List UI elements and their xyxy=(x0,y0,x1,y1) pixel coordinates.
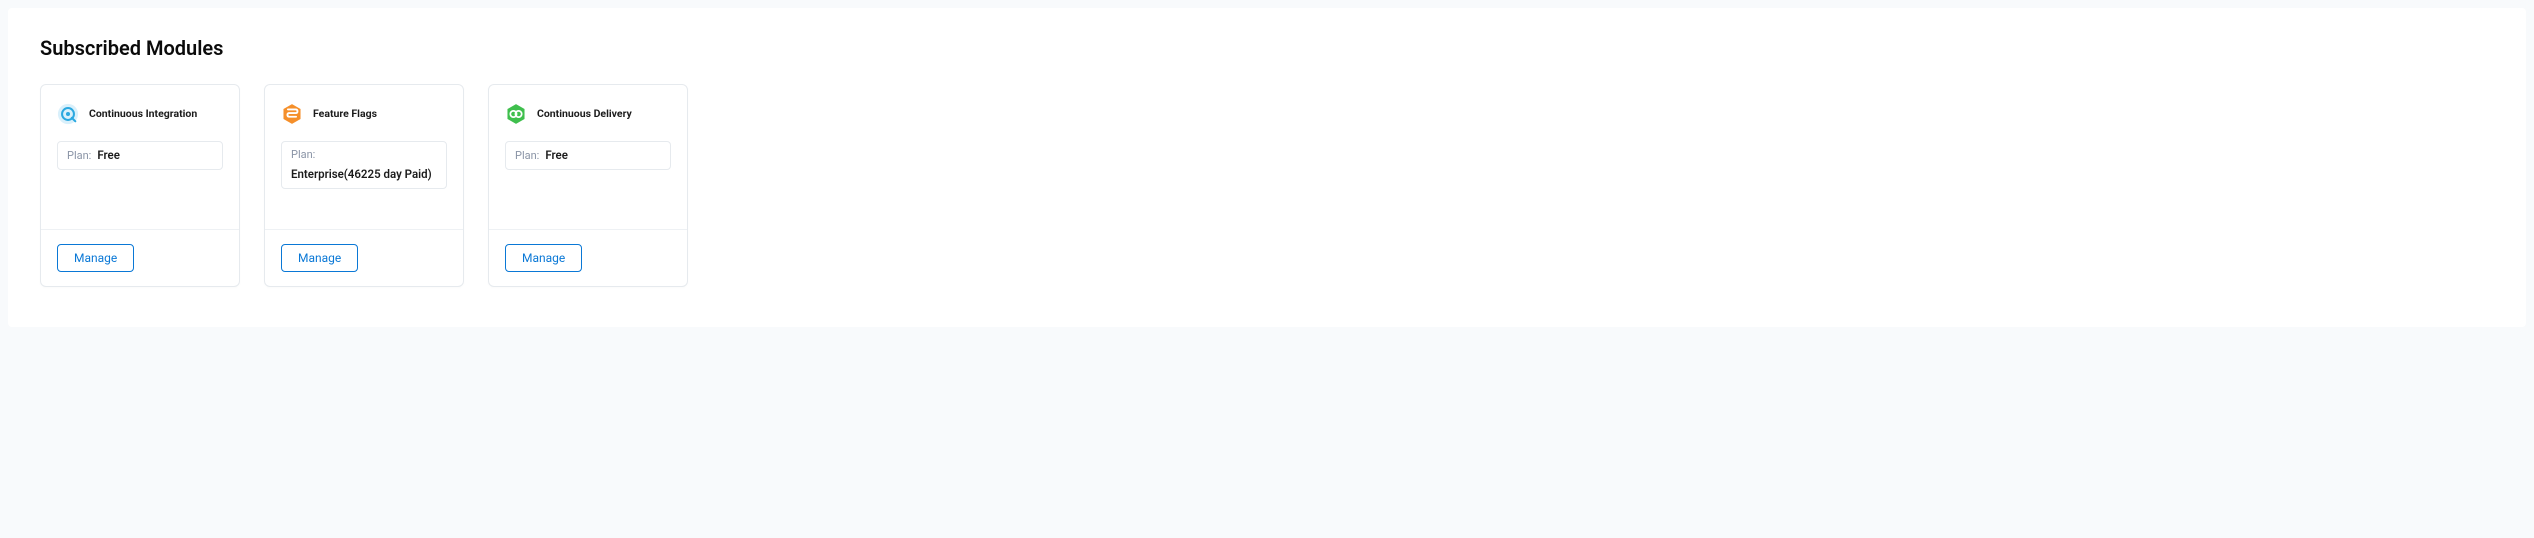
cd-icon xyxy=(505,103,527,125)
plan-label: Plan: xyxy=(515,149,539,162)
card-spacer xyxy=(265,189,463,229)
plan-value: Free xyxy=(545,148,568,163)
module-cards: Continuous Integration Plan: Free Manage xyxy=(40,84,2494,287)
module-card-header: Feature Flags xyxy=(265,85,463,135)
module-name: Continuous Delivery xyxy=(537,107,632,120)
plan-label: Plan: xyxy=(291,148,315,161)
card-footer: Manage xyxy=(41,229,239,286)
manage-button[interactable]: Manage xyxy=(57,244,134,272)
subscribed-modules-panel: Subscribed Modules Continuous Integratio… xyxy=(8,8,2526,327)
manage-button[interactable]: Manage xyxy=(505,244,582,272)
plan-row: Plan: Free xyxy=(57,141,223,170)
card-spacer xyxy=(41,170,239,229)
plan-value: Enterprise(46225 day Paid) xyxy=(291,167,432,182)
module-card-header: Continuous Delivery xyxy=(489,85,687,135)
ci-icon xyxy=(57,103,79,125)
module-card-cd: Continuous Delivery Plan: Free Manage xyxy=(488,84,688,287)
manage-button[interactable]: Manage xyxy=(281,244,358,272)
plan-label: Plan: xyxy=(67,149,91,162)
plan-row: Plan: Free xyxy=(505,141,671,170)
module-name: Feature Flags xyxy=(313,107,377,120)
card-spacer xyxy=(489,170,687,229)
card-footer: Manage xyxy=(265,229,463,286)
module-card-ci: Continuous Integration Plan: Free Manage xyxy=(40,84,240,287)
card-footer: Manage xyxy=(489,229,687,286)
section-title: Subscribed Modules xyxy=(40,36,2494,60)
module-name: Continuous Integration xyxy=(89,107,197,120)
feature-flags-icon xyxy=(281,103,303,125)
module-card-ff: Feature Flags Plan: Enterprise(46225 day… xyxy=(264,84,464,287)
module-card-header: Continuous Integration xyxy=(41,85,239,135)
plan-row: Plan: Enterprise(46225 day Paid) xyxy=(281,141,447,189)
plan-value: Free xyxy=(97,148,120,163)
